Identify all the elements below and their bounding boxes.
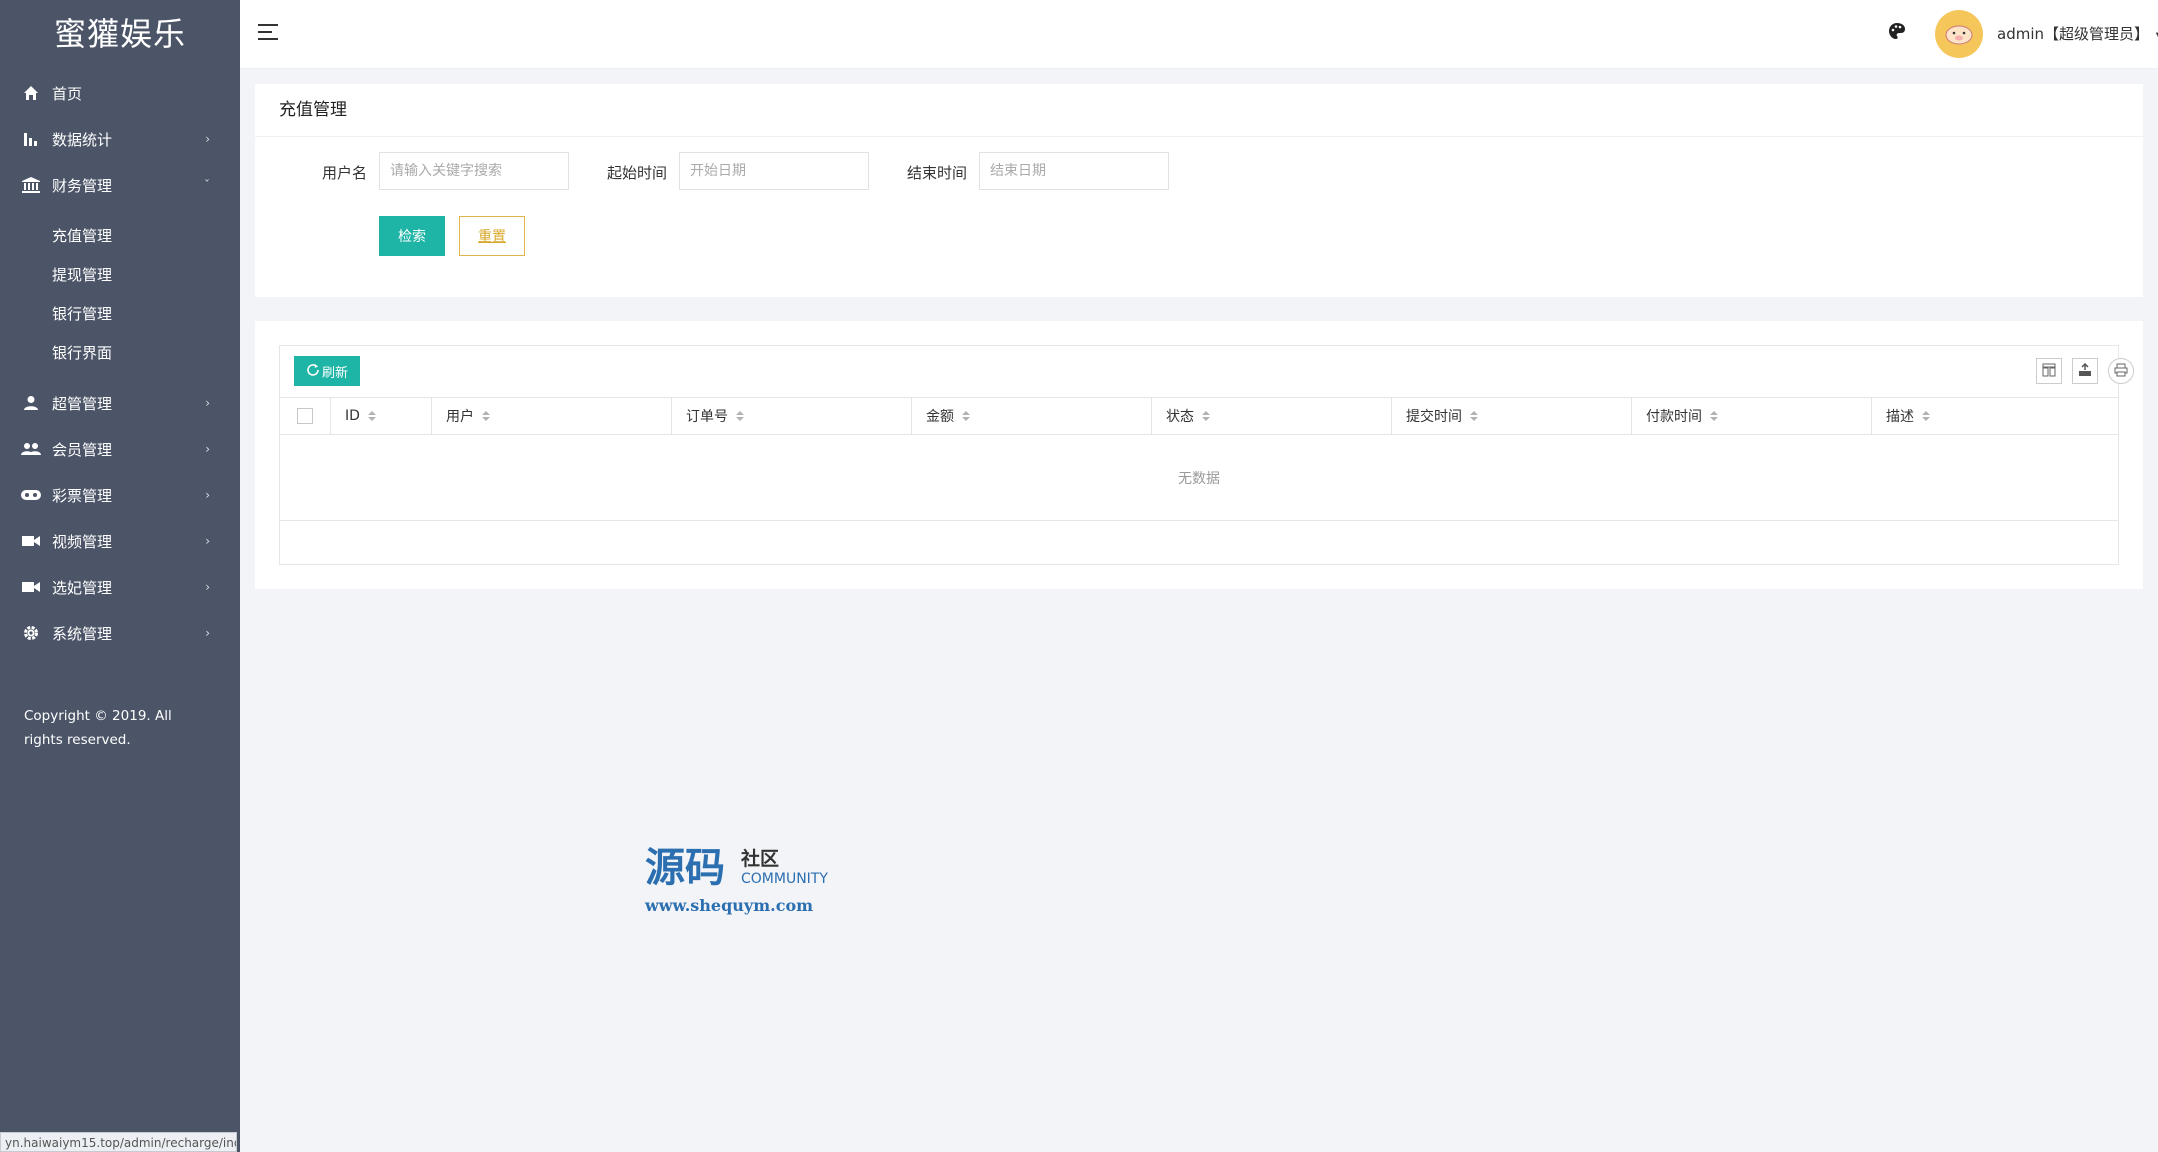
chevron-right-icon: › bbox=[205, 580, 210, 594]
chevron-right-icon: › bbox=[205, 534, 210, 548]
user-icon bbox=[20, 392, 42, 414]
empty-state: 无数据 bbox=[280, 435, 2118, 521]
chevron-down-icon: ˇ bbox=[204, 178, 210, 192]
search-card: 充值管理 用户名 起始时间 结束时间 检索 重置 bbox=[255, 84, 2143, 297]
column-header-user[interactable]: 用户 bbox=[431, 398, 671, 434]
bar-chart-icon bbox=[20, 128, 42, 150]
home-icon bbox=[20, 82, 42, 104]
palette-icon[interactable] bbox=[1888, 22, 1910, 44]
avatar[interactable] bbox=[1935, 10, 1983, 58]
column-header-order-no[interactable]: 订单号 bbox=[671, 398, 911, 434]
watermark-logo: 源码 社区 COMMUNITY www.shequym.com bbox=[645, 846, 845, 920]
watermark-title: 源码 bbox=[645, 845, 725, 891]
sidebar-item-super-admin[interactable]: 超管管理 › bbox=[0, 380, 240, 426]
watermark-sub: 社区 bbox=[741, 848, 780, 870]
sidebar: 蜜獾娱乐 首页 数据统计 › 财务管理 ˇ 充值管理 提现管理 银行管理 银行界… bbox=[0, 0, 240, 1152]
sidebar-item-label: 数据统计 bbox=[52, 130, 113, 149]
gear-icon bbox=[20, 622, 42, 644]
sidebar-item-finance[interactable]: 财务管理 ˇ bbox=[0, 162, 240, 208]
sidebar-item-label: 视频管理 bbox=[52, 532, 113, 551]
sidebar-subitem-withdraw[interactable]: 提现管理 bbox=[0, 255, 240, 293]
sidebar-item-concubine[interactable]: 选妃管理 › bbox=[0, 564, 240, 610]
gamepad-icon bbox=[20, 484, 42, 506]
search-button[interactable]: 检索 bbox=[379, 216, 445, 256]
chevron-right-icon: › bbox=[205, 442, 210, 456]
username-label: 用户名 bbox=[321, 164, 367, 182]
column-header-submit-time[interactable]: 提交时间 bbox=[1391, 398, 1631, 434]
column-header-id[interactable]: ID bbox=[330, 398, 431, 434]
chevron-right-icon: › bbox=[205, 488, 210, 502]
sidebar-item-label: 彩票管理 bbox=[52, 486, 113, 505]
sort-icon bbox=[1710, 411, 1718, 421]
sidebar-item-label: 选妃管理 bbox=[52, 578, 113, 597]
sidebar-item-home[interactable]: 首页 bbox=[0, 70, 240, 116]
bank-icon bbox=[20, 174, 42, 196]
end-time-label: 结束时间 bbox=[906, 164, 967, 182]
sidebar-item-label: 财务管理 bbox=[52, 176, 113, 195]
sort-icon bbox=[1470, 411, 1478, 421]
sort-icon bbox=[482, 411, 490, 421]
sidebar-subitem-recharge[interactable]: 充值管理 bbox=[0, 216, 240, 254]
column-header-description[interactable]: 描述 bbox=[1871, 398, 2118, 434]
sort-icon bbox=[962, 411, 970, 421]
status-bar-url: yn.haiwaiym15.top/admin/recharge/index bbox=[0, 1132, 237, 1152]
export-button[interactable] bbox=[2072, 358, 2098, 384]
copyright-text: Copyright © 2019. All rights reserved. bbox=[24, 708, 172, 748]
print-icon bbox=[2114, 362, 2128, 381]
reset-button[interactable]: 重置 bbox=[459, 216, 525, 256]
table-card: 刷新 ID 用户 订单号 金额 状态 提交时间 付款时间 描述 无数据 bbox=[255, 321, 2143, 589]
start-time-label: 起始时间 bbox=[606, 164, 667, 182]
page-title: 充值管理 bbox=[255, 84, 2143, 137]
top-header: admin【超级管理员】 ▼ bbox=[240, 0, 2158, 69]
end-date-input[interactable] bbox=[979, 152, 1169, 190]
column-header-status[interactable]: 状态 bbox=[1151, 398, 1391, 434]
column-header-amount[interactable]: 金额 bbox=[911, 398, 1151, 434]
sidebar-item-label: 首页 bbox=[52, 84, 83, 103]
print-button[interactable] bbox=[2108, 358, 2134, 384]
select-all-checkbox[interactable] bbox=[297, 408, 313, 424]
brand-title: 蜜獾娱乐 bbox=[53, 15, 186, 53]
sidebar-subitem-bank-ui[interactable]: 银行界面 bbox=[0, 333, 240, 371]
chevron-right-icon: › bbox=[205, 626, 210, 640]
sort-icon bbox=[736, 411, 744, 421]
sidebar-item-label: 超管管理 bbox=[52, 394, 113, 413]
export-icon bbox=[2078, 362, 2092, 381]
chevron-right-icon: › bbox=[205, 132, 210, 146]
sort-icon bbox=[1202, 411, 1210, 421]
user-menu[interactable]: admin【超级管理员】 ▼ bbox=[1997, 23, 2158, 44]
sidebar-item-lottery[interactable]: 彩票管理 › bbox=[0, 472, 240, 518]
video-icon bbox=[20, 576, 42, 598]
watermark-community: COMMUNITY bbox=[741, 871, 828, 887]
sidebar-item-data-stats[interactable]: 数据统计 › bbox=[0, 116, 240, 162]
video-icon bbox=[20, 530, 42, 552]
start-date-input[interactable] bbox=[679, 152, 869, 190]
sidebar-subitem-bank[interactable]: 银行管理 bbox=[0, 294, 240, 332]
sidebar-item-system[interactable]: 系统管理 › bbox=[0, 610, 240, 656]
username-input[interactable] bbox=[379, 152, 569, 190]
user-name: admin【超级管理员】 bbox=[1997, 25, 2150, 43]
columns-filter-button[interactable] bbox=[2036, 358, 2062, 384]
users-icon bbox=[20, 438, 42, 460]
select-all-cell bbox=[280, 398, 330, 434]
sidebar-item-video[interactable]: 视频管理 › bbox=[0, 518, 240, 564]
sidebar-item-label: 系统管理 bbox=[52, 624, 113, 643]
sidebar-item-members[interactable]: 会员管理 › bbox=[0, 426, 240, 472]
watermark-url: www.shequym.com bbox=[645, 896, 814, 915]
sort-icon bbox=[1922, 411, 1930, 421]
table-header: ID 用户 订单号 金额 状态 提交时间 付款时间 描述 bbox=[280, 397, 2118, 435]
chevron-right-icon: › bbox=[205, 396, 210, 410]
sidebar-item-label: 会员管理 bbox=[52, 440, 113, 459]
column-header-pay-time[interactable]: 付款时间 bbox=[1631, 398, 1871, 434]
columns-icon bbox=[2042, 362, 2056, 381]
menu-toggle-icon[interactable] bbox=[258, 24, 280, 42]
refresh-button[interactable]: 刷新 bbox=[294, 356, 360, 386]
refresh-icon bbox=[306, 363, 320, 380]
data-table: 刷新 ID 用户 订单号 金额 状态 提交时间 付款时间 描述 无数据 bbox=[279, 345, 2134, 565]
refresh-label: 刷新 bbox=[321, 364, 348, 380]
sort-icon bbox=[367, 411, 376, 421]
